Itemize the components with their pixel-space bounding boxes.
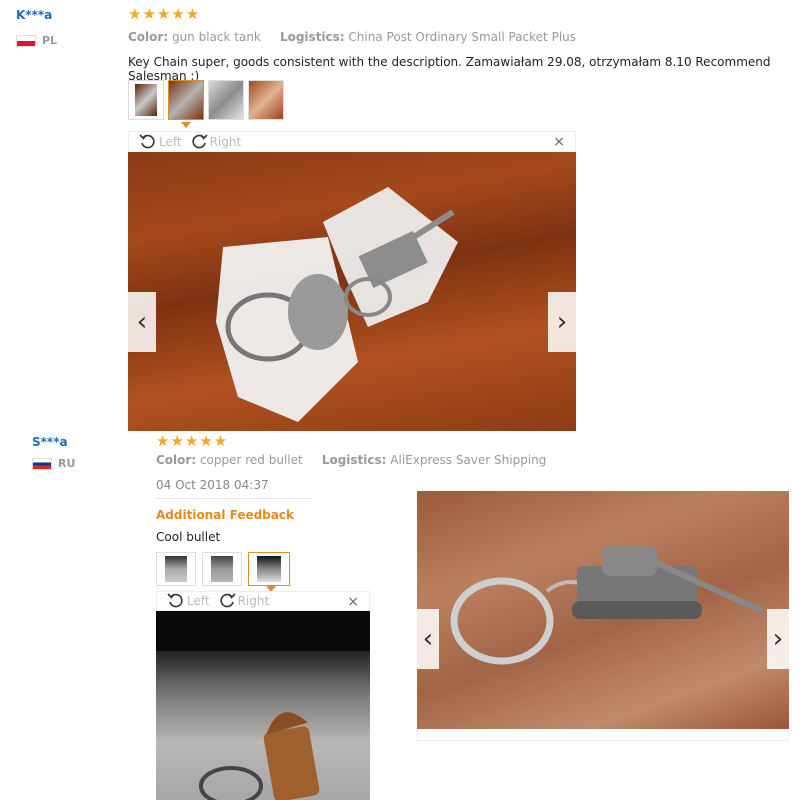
next-image-button[interactable]: ›: [767, 609, 789, 669]
keychain-photo-illustration: [216, 187, 458, 422]
review-date: 04 Oct 2018 04:37: [156, 478, 269, 492]
color-value: gun black tank: [171, 30, 261, 44]
rotate-left-icon: [167, 593, 183, 608]
image-viewer-toolbar: Left Right ×: [128, 131, 576, 153]
flag-ru-icon: [32, 457, 52, 470]
logistics-value: China Post Ordinary Small Packet Plus: [348, 30, 577, 44]
review-photo-bullet: [156, 611, 370, 800]
rating-stars: ★★★★★: [128, 5, 201, 23]
thumbnail-strip: [128, 80, 284, 120]
rotate-left-icon: [139, 134, 155, 149]
rotate-left-button[interactable]: Left: [167, 592, 210, 610]
color-label: Color:: [128, 30, 169, 44]
photo-frame-bottom: [417, 729, 789, 741]
country-code: RU: [58, 457, 76, 470]
rotate-left-label: Left: [159, 135, 182, 149]
rotate-right-icon: [192, 134, 208, 149]
order-meta: Color: copper red bullet Logistics: AliE…: [156, 453, 546, 467]
logistics-label: Logistics:: [279, 30, 345, 44]
color-value: copper red bullet: [199, 453, 303, 467]
chevron-right-icon: ›: [772, 624, 784, 654]
rotate-right-icon: [220, 593, 236, 608]
color-label: Color:: [156, 453, 197, 467]
review-photo-large: ‹ ›: [128, 152, 576, 431]
rotate-right-label: Right: [209, 135, 242, 149]
thumbnail[interactable]: [208, 80, 244, 120]
chevron-right-icon: ›: [556, 307, 568, 337]
close-viewer-button[interactable]: ×: [347, 594, 359, 610]
prev-image-button[interactable]: ‹: [417, 609, 439, 669]
rotate-right-label: Right: [237, 594, 270, 608]
logistics-value: AliExpress Saver Shipping: [390, 453, 547, 467]
logistics-label: Logistics:: [321, 453, 387, 467]
reviewer-name[interactable]: S***a: [32, 435, 68, 449]
flag-pl-icon: [16, 34, 36, 47]
rating-stars: ★★★★★: [156, 432, 229, 450]
chevron-left-icon: ‹: [422, 624, 434, 654]
reviewer-name[interactable]: K***a: [16, 8, 52, 22]
thumbnail[interactable]: [248, 80, 284, 120]
thumbnail[interactable]: [128, 80, 164, 120]
rotate-left-button[interactable]: Left: [139, 133, 182, 151]
rotate-left-label: Left: [187, 594, 210, 608]
thumbnail-active[interactable]: [168, 80, 204, 120]
active-indicator: [181, 122, 191, 128]
review-text: Key Chain super, goods consistent with t…: [128, 55, 771, 83]
chevron-left-icon: ‹: [136, 307, 148, 337]
country-code: PL: [42, 34, 58, 47]
thumbnail-strip: [156, 552, 290, 586]
divider: [156, 498, 312, 499]
additional-feedback-text: Cool bullet: [156, 530, 221, 544]
thumbnail[interactable]: [202, 552, 242, 586]
review-photo-large: ‹ ›: [417, 491, 789, 729]
rotate-right-button[interactable]: Right: [190, 133, 242, 151]
thumbnail[interactable]: [156, 552, 196, 586]
rotate-right-button[interactable]: Right: [218, 592, 270, 610]
additional-feedback-label: Additional Feedback: [156, 508, 294, 522]
close-viewer-button[interactable]: ×: [553, 134, 565, 150]
next-image-button[interactable]: ›: [548, 292, 576, 352]
bullet-keychain-illustration: [156, 611, 370, 800]
tank-keychain-illustration: [450, 546, 764, 665]
reviewer-country: RU: [32, 457, 75, 470]
reviewer-country: PL: [16, 34, 57, 47]
thumbnail-active[interactable]: [248, 552, 290, 586]
prev-image-button[interactable]: ‹: [128, 292, 156, 352]
order-meta: Color: gun black tank Logistics: China P…: [128, 30, 576, 44]
image-viewer-toolbar: Left Right ×: [156, 591, 370, 611]
